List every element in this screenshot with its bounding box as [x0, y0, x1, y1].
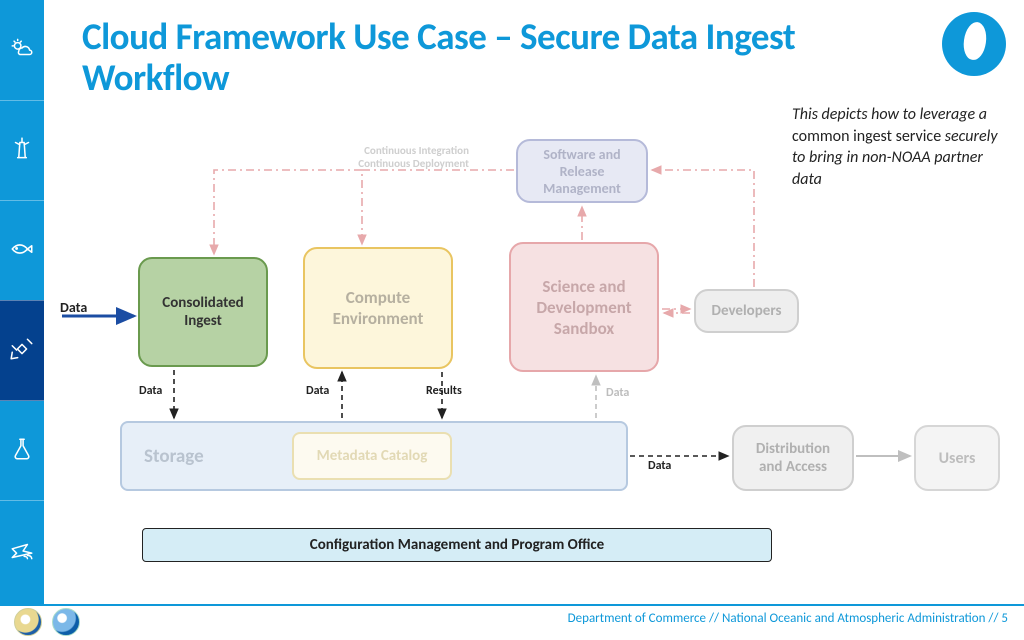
box-software-release-mgmt: Software and Release Management [516, 139, 648, 203]
nav-item-fish[interactable] [0, 200, 44, 301]
satellite-icon [9, 336, 35, 367]
label-data-2: Data [306, 384, 329, 398]
label-ci-cd: Continuous Integration Continuous Deploy… [319, 145, 469, 170]
nav-sidebar [0, 0, 44, 604]
footer-page: 5 [1001, 611, 1008, 626]
fish-icon [9, 236, 35, 267]
label-data-4: Data [648, 459, 671, 473]
box-developers: Developers [694, 289, 799, 333]
noaa-seal-icon [52, 608, 80, 636]
plane-storm-icon [9, 538, 35, 569]
label-data-in: Data [60, 299, 87, 316]
box-science-sandbox: Science and Development Sandbox [509, 242, 659, 372]
box-config-mgmt: Configuration Management and Program Off… [142, 528, 772, 562]
box-compute-environment: Compute Environment [303, 247, 453, 369]
footer-sep2: // [985, 611, 1001, 626]
footer: Department of Commerce // National Ocean… [0, 604, 1024, 640]
box-distribution-access: Distribution and Access [732, 425, 854, 491]
label-data-3: Data [606, 386, 629, 400]
nav-item-satellite[interactable] [0, 300, 44, 401]
label-data-1: Data [139, 384, 162, 398]
box-metadata-catalog: Metadata Catalog [292, 432, 452, 480]
nav-item-weather[interactable] [0, 0, 44, 100]
doc-seal-icon [14, 608, 42, 636]
nav-item-buoy[interactable] [0, 100, 44, 201]
flask-icon [9, 436, 35, 467]
sun-cloud-icon [9, 35, 35, 66]
nav-item-aircraft[interactable] [0, 500, 44, 605]
label-results: Results [426, 384, 462, 398]
footer-doc: Department of Commerce [568, 611, 706, 626]
box-consolidated-ingest: Consolidated Ingest [138, 257, 268, 367]
footer-logos [14, 608, 80, 636]
footer-sep1: // [706, 611, 722, 626]
footer-noaa: National Oceanic and Atmospheric Adminis… [722, 611, 986, 626]
footer-text: Department of Commerce // National Ocean… [568, 611, 1008, 626]
box-users: Users [914, 425, 1000, 491]
nav-item-research[interactable] [0, 400, 44, 501]
diagram-canvas: Consolidated Ingest Compute Environment … [44, 0, 1024, 604]
lighthouse-icon [9, 136, 35, 167]
footer-divider [0, 604, 1024, 606]
